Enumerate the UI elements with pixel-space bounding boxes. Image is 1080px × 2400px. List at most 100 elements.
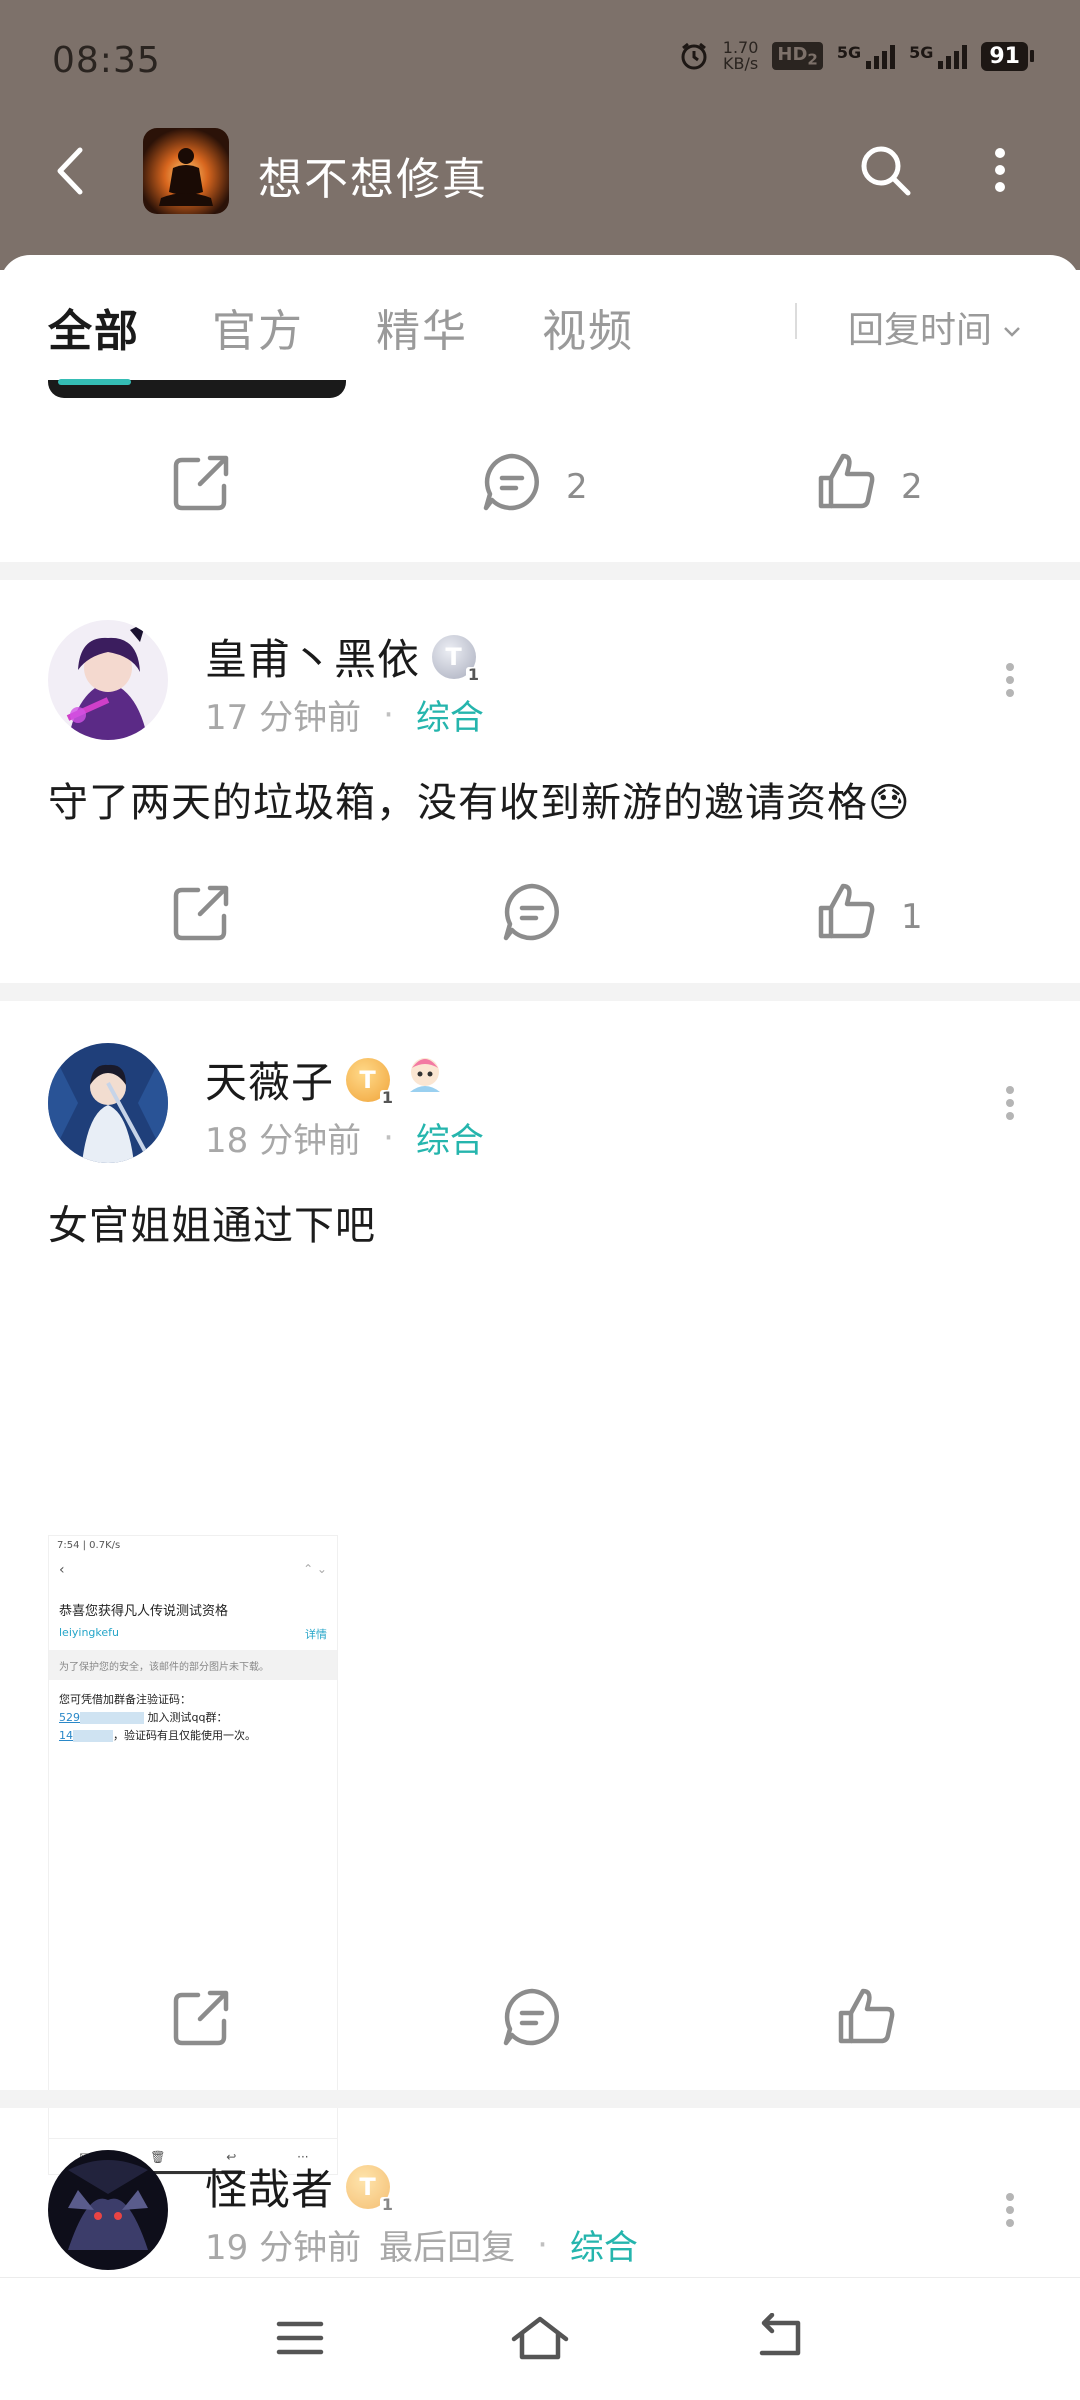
post-category[interactable]: 综合	[570, 2220, 638, 2269]
comment-button[interactable]	[500, 880, 564, 953]
avatar[interactable]	[48, 620, 168, 740]
sort-dropdown[interactable]: 回复时间	[848, 301, 1022, 353]
status-time: 08:35	[52, 40, 161, 81]
level-text: T	[359, 1065, 377, 1094]
signal-icon-1: 5G	[836, 43, 896, 69]
app-icon[interactable]	[143, 128, 229, 214]
level-badge: T1	[432, 634, 483, 683]
feed-container: 全部 官方 精华 视频 回复时间 2 2 皇甫丶黑依 T 1 17 分钟前 · …	[0, 255, 1080, 2277]
post-separator	[0, 2090, 1080, 2108]
level-sub: 1	[379, 2194, 397, 2214]
post-meta: 18 分钟前 · 综合	[205, 1113, 484, 1162]
system-nav-bar	[0, 2277, 1080, 2400]
like-button[interactable]	[835, 1985, 899, 2058]
post-meta: 19 分钟前 最后回复 · 综合	[205, 2220, 638, 2269]
post-category[interactable]: 综合	[416, 1113, 484, 1162]
menu-icon[interactable]	[260, 2306, 340, 2370]
alarm-icon	[679, 41, 709, 71]
image-sender: leiyingkefu	[59, 1626, 119, 1639]
comment-button[interactable]: 2	[480, 450, 588, 523]
image-group: 14	[59, 1729, 73, 1742]
post-time: 18 分钟前	[205, 1121, 362, 1161]
more-vertical-icon[interactable]	[970, 137, 1030, 203]
meta-dot: ·	[537, 2224, 548, 2265]
username-text: 天薇子	[205, 1058, 335, 1107]
tab-featured[interactable]: 精华	[376, 295, 468, 359]
battery-level: 91	[981, 41, 1028, 71]
tab-divider	[795, 303, 797, 339]
hd-sub: 2	[807, 50, 818, 69]
post-actions: 1	[0, 860, 1080, 960]
avatar[interactable]	[48, 1043, 168, 1163]
page-title: 想不想修真	[258, 154, 488, 205]
avatar[interactable]	[48, 2150, 168, 2270]
status-icons: 1.70 KB/s HD2 5G 5G 91	[679, 40, 1034, 72]
username[interactable]: 皇甫丶黑依 T1	[205, 626, 483, 687]
like-button[interactable]: 1	[815, 880, 923, 953]
sig2-label: 5G	[909, 43, 934, 62]
tab-bar: 全部 官方 精华 视频 回复时间	[0, 255, 1080, 390]
username-text: 怪哉者	[205, 2165, 335, 2214]
more-vertical-icon[interactable]	[990, 650, 1030, 710]
like-button[interactable]: 2	[815, 450, 923, 523]
image-title: 恭喜您获得凡人传说测试资格	[59, 1604, 229, 1619]
comment-icon	[500, 880, 564, 953]
comment-button[interactable]	[500, 1985, 564, 2058]
image-detail: 详情	[305, 1628, 327, 1641]
post-content[interactable]: 女官姐姐通过下吧	[48, 1193, 376, 1251]
tab-indicator	[58, 379, 131, 385]
share-button[interactable]	[170, 880, 234, 953]
level-text: T	[445, 642, 463, 671]
comment-count: 2	[566, 466, 588, 507]
home-icon[interactable]	[500, 2306, 580, 2370]
username[interactable]: 天薇子 T1	[205, 1049, 448, 1110]
share-icon	[170, 450, 234, 523]
more-vertical-icon[interactable]	[990, 2180, 1030, 2240]
like-count: 1	[901, 896, 923, 937]
image-back-icon: ‹	[59, 1562, 65, 1578]
signal-icon-2: 5G	[909, 43, 968, 69]
post-header: 皇甫丶黑依 T1 17 分钟前 · 综合	[0, 620, 1080, 750]
meta-dot: ·	[383, 1117, 394, 1158]
post-category[interactable]: 综合	[416, 690, 484, 739]
image-body-line: 您可凭借加群备注验证码：	[59, 1693, 191, 1706]
more-vertical-icon[interactable]	[990, 1073, 1030, 1133]
level-sub: 1	[379, 1087, 397, 1107]
meta-dot: ·	[383, 694, 394, 735]
tab-official[interactable]: 官方	[212, 295, 304, 359]
post-image[interactable]: 7:54 | 0.7K/s ‹ ⌃ ⌄ 恭喜您获得凡人传说测试资格 leiyin…	[48, 1535, 338, 2175]
level-badge: T1	[346, 1057, 397, 1106]
back-arrow-icon[interactable]	[40, 141, 100, 201]
level-badge: T1	[346, 2164, 397, 2213]
thumbs-up-icon	[815, 880, 879, 953]
tab-video[interactable]: 视频	[542, 295, 634, 359]
hd-badge: HD2	[772, 41, 823, 71]
post-separator	[0, 562, 1080, 580]
chevron-down-icon	[1002, 307, 1022, 348]
net-speed-unit: KB/s	[722, 54, 759, 73]
sticker-badge-icon	[402, 1052, 448, 1108]
sort-label: 回复时间	[848, 310, 993, 351]
back-icon[interactable]	[740, 2306, 820, 2370]
image-status: 7:54 | 0.7K/s	[57, 1540, 121, 1551]
net-speed: 1.70 KB/s	[723, 40, 759, 72]
image-blur	[80, 1712, 144, 1724]
image-nav-icons: ⌃ ⌄	[303, 1562, 327, 1576]
tab-all[interactable]: 全部	[48, 295, 140, 359]
share-icon	[170, 1985, 234, 2058]
share-button[interactable]	[170, 450, 234, 523]
username[interactable]: 怪哉者 T1	[205, 2156, 397, 2217]
share-button[interactable]	[170, 1985, 234, 2058]
post-actions: 2 2	[0, 430, 1080, 530]
thumbs-up-icon	[835, 1985, 899, 2058]
comment-icon	[480, 450, 544, 523]
post-header: 天薇子 T1 18 分钟前 · 综合	[0, 1043, 1080, 1173]
search-icon[interactable]	[852, 137, 918, 203]
post-content[interactable]: 守了两天的垃圾箱，没有收到新游的邀请资格😓	[48, 770, 911, 828]
image-join-text: 加入测试qq群：	[147, 1711, 228, 1724]
sig1-label: 5G	[836, 43, 862, 62]
comment-icon	[500, 1985, 564, 2058]
hd-label: HD	[777, 43, 808, 65]
post-meta: 17 分钟前 · 综合	[205, 690, 484, 739]
post-time: 19 分钟前	[205, 2228, 362, 2268]
